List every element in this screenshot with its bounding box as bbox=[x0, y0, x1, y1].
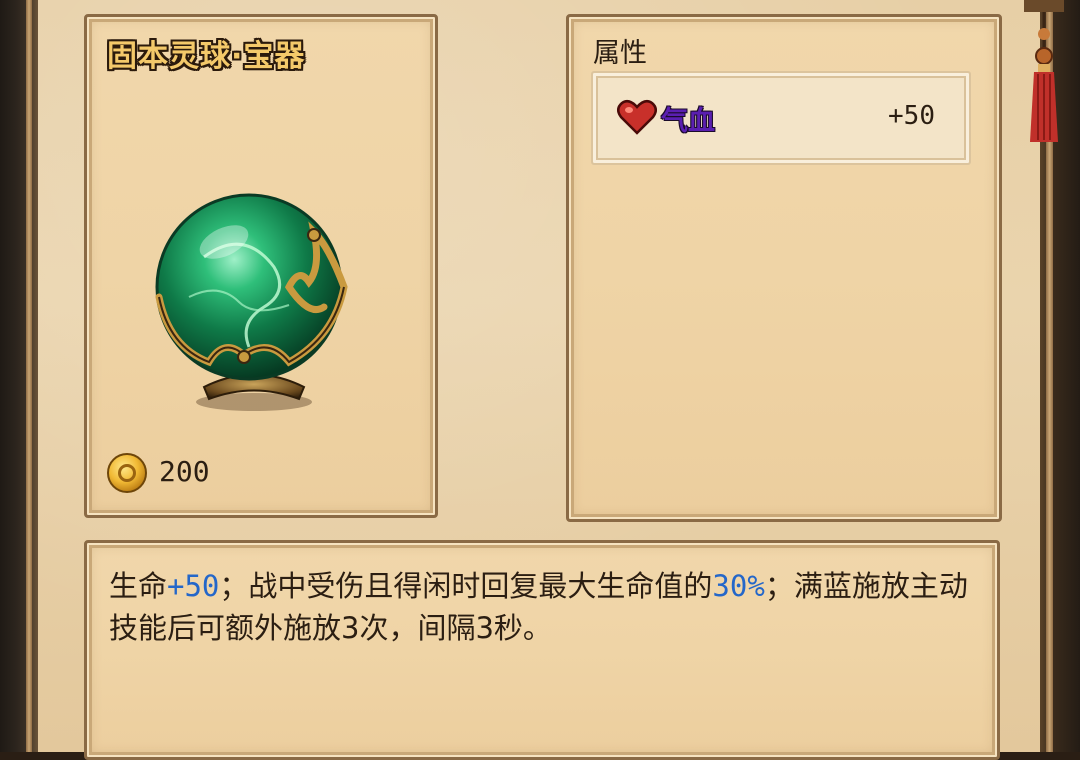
attributes-panel: 属性 气血 +50 bbox=[566, 14, 1002, 522]
description-panel: 生命+50；战中受伤且得闲时回复最大生命值的30%；满蓝施放主动技能后可额外施放… bbox=[84, 540, 1000, 760]
attributes-label: 属性 bbox=[593, 38, 647, 69]
attribute-row-hp: 气血 +50 bbox=[591, 71, 971, 165]
window-left-border bbox=[0, 0, 38, 752]
item-price: 200 bbox=[159, 455, 210, 488]
desc-text: 生命 bbox=[109, 569, 168, 603]
item-description: 生命+50；战中受伤且得闲时回复最大生命值的30%；满蓝施放主动技能后可额外施放… bbox=[109, 565, 979, 649]
desc-highlight: +50 bbox=[167, 569, 220, 603]
desc-highlight: 30% bbox=[712, 569, 765, 603]
attribute-name: 气血 bbox=[661, 106, 715, 137]
item-title: 固本灵球·宝器 bbox=[107, 39, 306, 74]
gold-coin-icon bbox=[107, 453, 147, 493]
tassel-ornament-icon bbox=[1024, 0, 1064, 142]
jade-orb-image bbox=[155, 193, 348, 411]
item-panel: 固本灵球·宝器 200 bbox=[84, 14, 438, 518]
item-detail-window: 固本灵球·宝器 200 属性 气血 +50 生命+50；战中受伤且得闲时回复最大… bbox=[0, 0, 1080, 760]
heart-icon bbox=[617, 99, 657, 135]
attribute-value: +50 bbox=[888, 101, 935, 131]
desc-text: ；战中受伤且得闲时回复最大生命值的 bbox=[219, 569, 713, 603]
